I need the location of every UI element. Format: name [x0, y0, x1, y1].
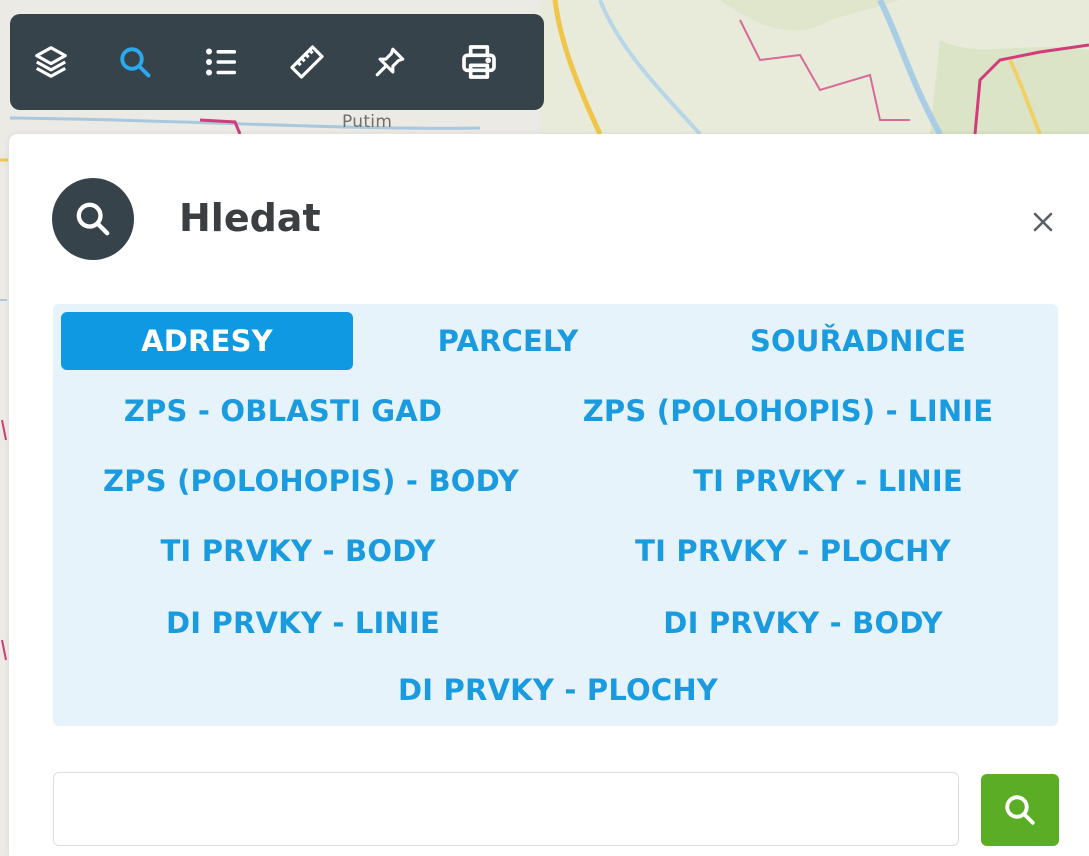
search-type-tabs: ADRESY PARCELY SOUŘADNICE ZPS - OBLASTI …: [53, 304, 1058, 726]
close-button[interactable]: [1023, 202, 1063, 242]
layers-button[interactable]: [32, 14, 117, 110]
pin-button[interactable]: [373, 14, 458, 110]
tab-ti-prvky-linie[interactable]: TI PRVKY - LINIE: [653, 452, 1003, 510]
map-toolbar: [10, 14, 544, 110]
panel-header: Hledat: [9, 134, 1089, 294]
tab-zps-oblasti-gad[interactable]: ZPS - OBLASTI GAD: [83, 382, 483, 440]
tab-souradnice[interactable]: SOUŘADNICE: [713, 312, 1003, 370]
search-icon: [1005, 795, 1035, 825]
search-panel: Hledat ADRESY PARCELY SOUŘADNICE ZPS - O…: [9, 134, 1089, 856]
print-button[interactable]: [459, 14, 544, 110]
tab-zps-polohopis-linie[interactable]: ZPS (POLOHOPIS) - LINIE: [573, 382, 1003, 440]
map-place-label: Putim: [342, 112, 393, 132]
close-icon: [1033, 212, 1053, 232]
measure-button[interactable]: [288, 14, 373, 110]
legend-list-button[interactable]: [203, 14, 288, 110]
tab-ti-prvky-plochy[interactable]: TI PRVKY - PLOCHY: [603, 522, 983, 580]
pin-icon: [373, 45, 407, 79]
tab-parcely[interactable]: PARCELY: [398, 312, 618, 370]
search-submit-button[interactable]: [981, 774, 1059, 846]
tab-zps-polohopis-body[interactable]: ZPS (POLOHOPIS) - BODY: [103, 452, 519, 510]
tab-di-prvky-plochy[interactable]: DI PRVKY - PLOCHY: [363, 661, 753, 719]
search-icon: [117, 44, 153, 80]
tab-ti-prvky-body[interactable]: TI PRVKY - BODY: [123, 522, 473, 580]
search-tool-button[interactable]: [117, 14, 202, 110]
panel-title: Hledat: [179, 196, 321, 240]
search-icon: [52, 178, 134, 260]
printer-icon: [459, 42, 499, 82]
ruler-icon: [288, 43, 326, 81]
layers-icon: [32, 43, 70, 81]
tab-di-prvky-linie[interactable]: DI PRVKY - LINIE: [133, 594, 473, 652]
tab-adresy[interactable]: ADRESY: [61, 312, 353, 370]
tab-di-prvky-body[interactable]: DI PRVKY - BODY: [623, 594, 983, 652]
search-input[interactable]: [53, 772, 959, 846]
list-icon: [203, 44, 239, 80]
